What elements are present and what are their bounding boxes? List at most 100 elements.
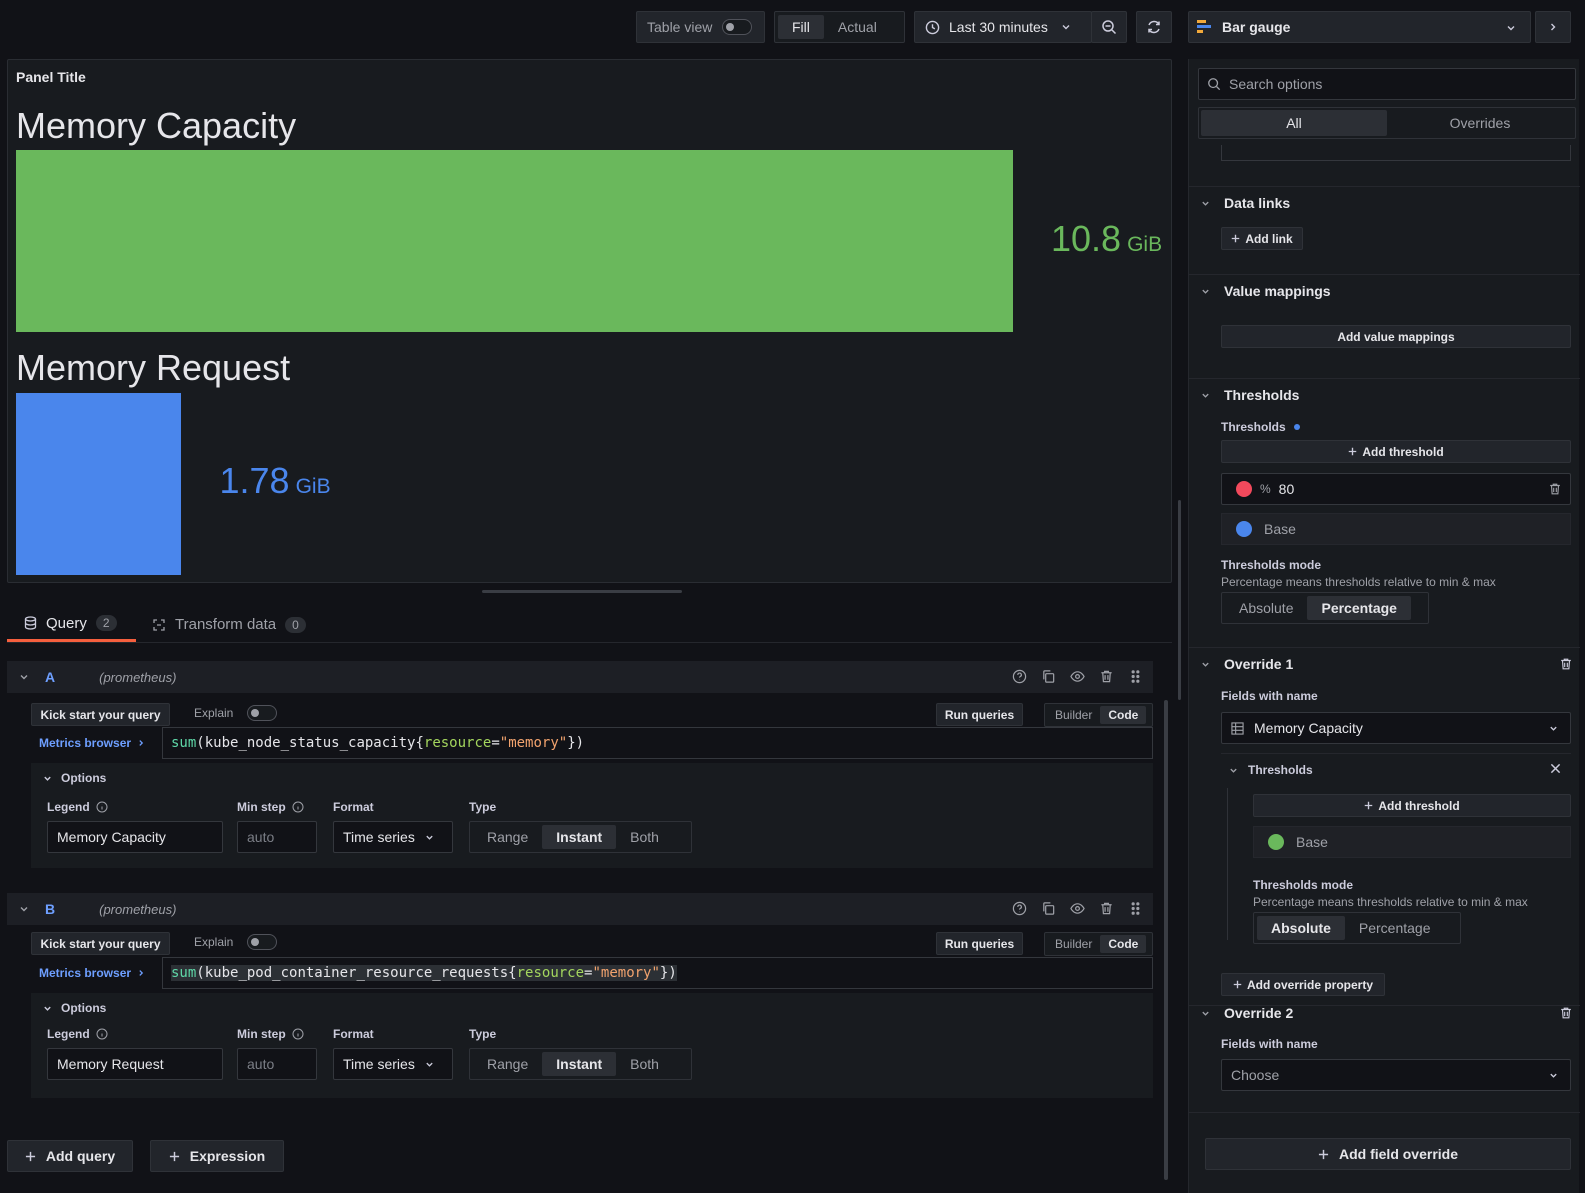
explain-switch[interactable]: [247, 934, 278, 950]
query-header[interactable]: B (prometheus): [7, 893, 1153, 925]
type-instant-button[interactable]: Instant: [542, 1052, 617, 1076]
metrics-browser-button[interactable]: Metrics browser: [31, 727, 158, 759]
threshold-color-swatch[interactable]: [1236, 481, 1252, 497]
query-scrollbar[interactable]: [1164, 700, 1168, 1180]
query-brace-open: {: [415, 735, 424, 751]
trash-icon[interactable]: [1548, 482, 1562, 496]
trash-icon[interactable]: [1099, 901, 1114, 916]
help-icon[interactable]: [1012, 669, 1027, 684]
explain-toggle[interactable]: Explain: [194, 934, 278, 950]
info-icon: [292, 1028, 304, 1040]
code-mode-button[interactable]: Code: [1100, 935, 1147, 953]
mode-percentage-button[interactable]: Percentage: [1307, 596, 1411, 620]
threshold-step-input[interactable]: % 80: [1221, 473, 1571, 505]
trash-icon[interactable]: [1559, 1006, 1573, 1020]
threshold-color-swatch[interactable]: [1236, 521, 1252, 537]
chevron-down-icon[interactable]: [19, 904, 29, 914]
query-ref-id[interactable]: A: [45, 669, 55, 685]
add-link-button[interactable]: Add link: [1221, 227, 1303, 250]
visualization-picker[interactable]: Bar gauge: [1188, 11, 1531, 43]
add-value-mappings-button[interactable]: Add value mappings: [1221, 325, 1571, 348]
override-1-field-value: Memory Capacity: [1254, 720, 1363, 736]
panel-splitter-handle[interactable]: [482, 590, 682, 593]
chevron-down-icon[interactable]: [19, 672, 29, 682]
type-both-button[interactable]: Both: [616, 1052, 673, 1076]
drag-handle-icon[interactable]: [1128, 669, 1143, 684]
query-ref-id[interactable]: B: [45, 901, 55, 917]
override-add-threshold-button[interactable]: Add threshold: [1253, 794, 1571, 817]
format-select[interactable]: Time series: [333, 1048, 453, 1080]
trash-icon[interactable]: [1099, 669, 1114, 684]
override-thresholds-header[interactable]: Thresholds: [1229, 763, 1313, 777]
legend-input[interactable]: Memory Request: [47, 1048, 223, 1080]
explain-switch[interactable]: [247, 705, 278, 721]
run-queries-button[interactable]: Run queries: [936, 703, 1023, 726]
tab-transform[interactable]: Transform data 0: [152, 607, 306, 642]
type-range-button[interactable]: Range: [473, 825, 542, 849]
type-both-button[interactable]: Both: [616, 825, 673, 849]
code-mode-button[interactable]: Code: [1100, 706, 1147, 724]
query-code-editor[interactable]: sum(kube_pod_container_resource_requests…: [162, 957, 1153, 989]
tab-query[interactable]: Query 2: [7, 607, 136, 642]
gauge-bar-track: [16, 150, 1013, 332]
override-2-section-header[interactable]: Override 2: [1201, 1005, 1293, 1021]
min-step-input[interactable]: auto: [237, 821, 317, 853]
kick-start-button[interactable]: Kick start your query: [31, 703, 170, 726]
threshold-percent-symbol: %: [1260, 482, 1271, 496]
type-instant-button[interactable]: Instant: [542, 825, 617, 849]
add-override-property-button[interactable]: Add override property: [1221, 973, 1385, 996]
run-queries-button[interactable]: Run queries: [936, 932, 1023, 955]
eye-icon[interactable]: [1070, 901, 1085, 916]
trash-icon[interactable]: [1559, 657, 1573, 671]
query-code-editor[interactable]: sum(kube_node_status_capacity{resource = "…: [162, 727, 1153, 759]
duplicate-icon[interactable]: [1041, 901, 1056, 916]
table-view-switch[interactable]: [722, 19, 753, 35]
zoom-out-button[interactable]: [1091, 11, 1127, 43]
collapse-options-button[interactable]: [1535, 11, 1571, 43]
override-mode-percentage-button[interactable]: Percentage: [1345, 916, 1445, 940]
search-options-input[interactable]: Search options: [1198, 68, 1576, 100]
threshold-color-swatch[interactable]: [1268, 834, 1284, 850]
panel-scrollbar[interactable]: [1178, 500, 1181, 700]
min-step-input[interactable]: auto: [237, 1048, 317, 1080]
query-header[interactable]: A (prometheus): [7, 661, 1153, 693]
drag-handle-icon[interactable]: [1128, 901, 1143, 916]
add-query-button[interactable]: Add query: [7, 1140, 133, 1172]
metrics-browser-button[interactable]: Metrics browser: [31, 957, 158, 989]
duplicate-icon[interactable]: [1041, 669, 1056, 684]
close-icon[interactable]: [1550, 763, 1561, 774]
builder-mode-button[interactable]: Builder: [1047, 706, 1100, 724]
options-toggle[interactable]: Options: [43, 771, 106, 785]
override-1-field-select[interactable]: Memory Capacity: [1221, 712, 1571, 744]
mode-absolute-button[interactable]: Absolute: [1225, 596, 1307, 620]
help-icon[interactable]: [1012, 901, 1027, 916]
add-threshold-button[interactable]: Add threshold: [1221, 440, 1571, 463]
type-range-button[interactable]: Range: [473, 1052, 542, 1076]
options-toggle[interactable]: Options: [43, 1001, 106, 1015]
format-select[interactable]: Time series: [333, 821, 453, 853]
eye-icon[interactable]: [1070, 669, 1085, 684]
tab-overrides[interactable]: Overrides: [1387, 110, 1573, 136]
table-icon: [1231, 721, 1244, 735]
actual-button[interactable]: Actual: [824, 15, 891, 39]
explain-toggle[interactable]: Explain: [194, 705, 278, 721]
add-expression-button[interactable]: Expression: [150, 1140, 284, 1172]
builder-mode-button[interactable]: Builder: [1047, 935, 1100, 953]
tab-all[interactable]: All: [1201, 110, 1387, 136]
query-options: Options Legend Memory Request Min step a…: [31, 993, 1153, 1098]
override-2-field-select[interactable]: Choose: [1221, 1059, 1571, 1091]
data-links-section-header[interactable]: Data links: [1201, 195, 1290, 211]
legend-input[interactable]: Memory Capacity: [47, 821, 223, 853]
fill-button[interactable]: Fill: [778, 15, 824, 39]
refresh-button[interactable]: [1136, 11, 1172, 43]
override-1-section-header[interactable]: Override 1: [1201, 656, 1293, 672]
override-mode-absolute-button[interactable]: Absolute: [1257, 916, 1345, 940]
thresholds-section-header[interactable]: Thresholds: [1201, 387, 1299, 403]
add-field-override-button[interactable]: Add field override: [1205, 1138, 1571, 1170]
value-mappings-section-header[interactable]: Value mappings: [1201, 283, 1331, 299]
kick-start-button[interactable]: Kick start your query: [31, 932, 170, 955]
table-view-toggle[interactable]: Table view: [636, 11, 765, 43]
time-range-picker[interactable]: Last 30 minutes: [914, 11, 1092, 43]
chevron-down-icon: [1201, 287, 1210, 296]
thresholds-mode-description: Percentage means thresholds relative to …: [1221, 575, 1496, 589]
